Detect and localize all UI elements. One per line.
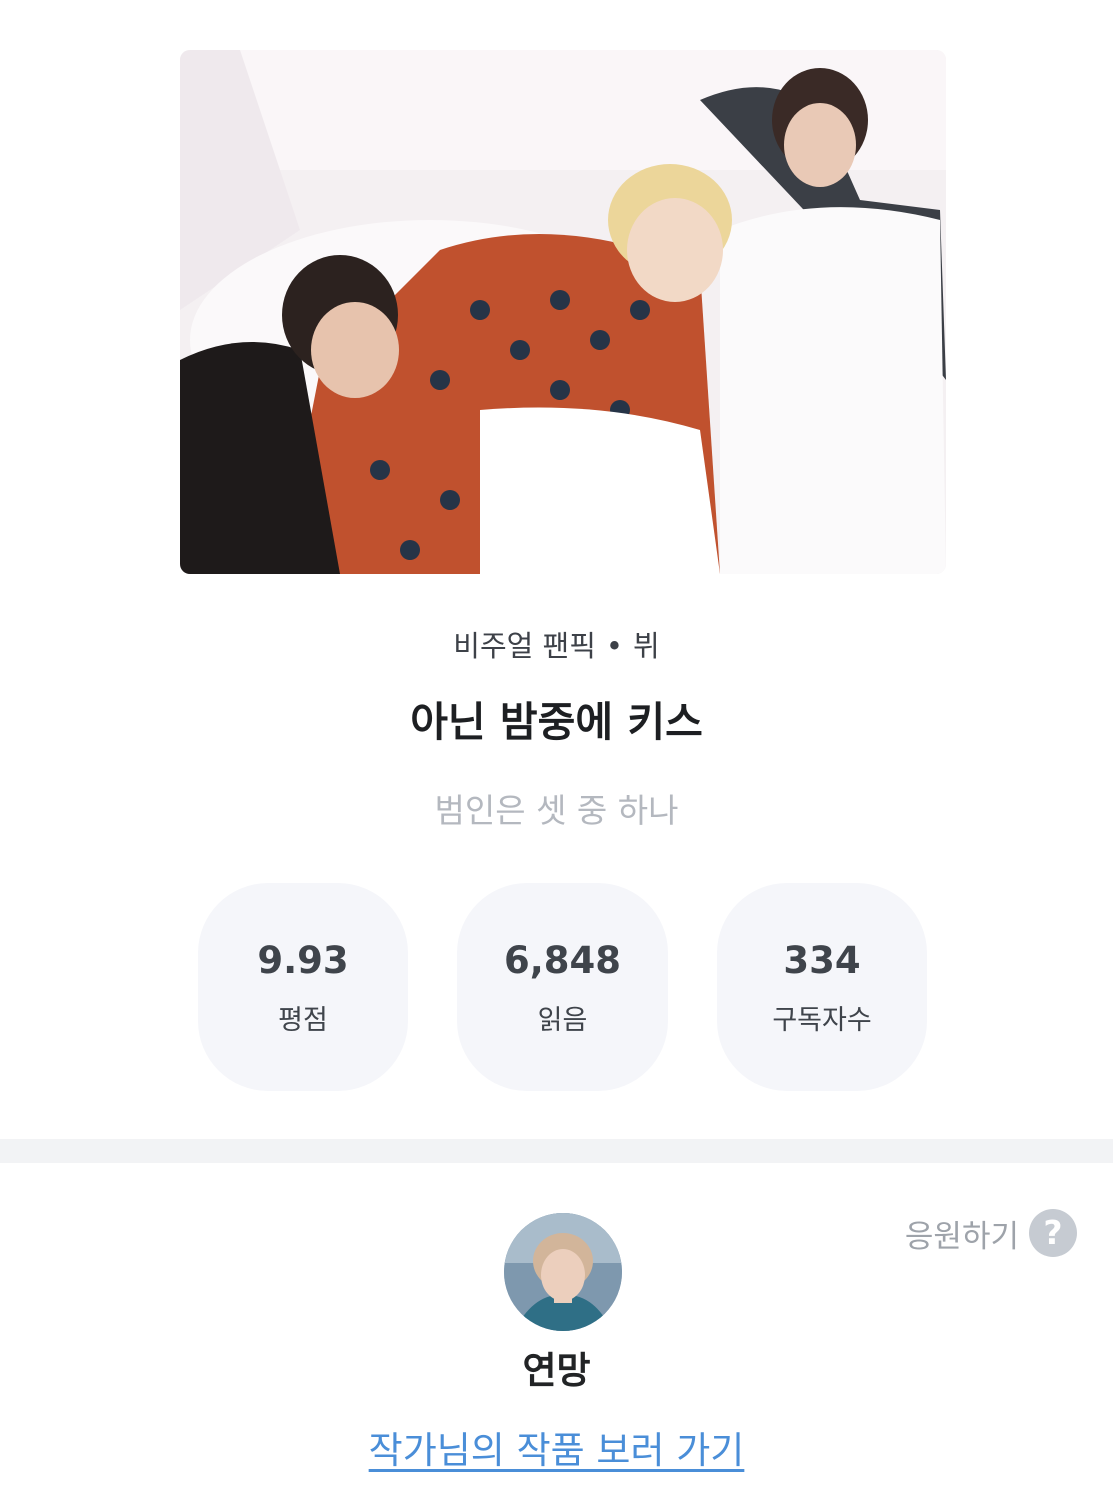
category-line: 비주얼 팬픽 • 뷔 [0,626,1113,666]
subscribers-label: 구독자수 [772,1005,872,1036]
cheer-button[interactable]: 응원하기 ? [905,1209,1077,1257]
author-works-link-container: 작가님의 작품 보러 가기 [0,1426,1113,1476]
reads-label: 읽음 [537,1005,588,1036]
reads-value: 6,848 [503,939,622,982]
character-label: 뷔 [633,629,660,663]
reads-stat: 6,848 읽음 [457,883,668,1091]
author-name: 연망 [522,1349,591,1392]
rating-label: 평점 [278,1005,328,1036]
subscribers-stat: 334 구독자수 [717,883,927,1091]
subscribers-value: 334 [783,939,861,982]
cheer-label: 응원하기 [904,1218,1019,1255]
section-divider [0,1139,1113,1163]
question-mark-icon[interactable]: ? [1029,1209,1077,1257]
separator-dot: • [605,629,624,663]
story-title: 아닌 밤중에 키스 [410,698,703,746]
category-label: 비주얼 팬픽 [453,629,596,663]
story-subtitle: 범인은 셋 중 하나 [434,791,679,830]
author-avatar[interactable] [504,1213,622,1331]
cover-image [180,50,946,574]
rating-stat: 9.93 평점 [198,883,408,1091]
rating-value: 9.93 [257,939,349,982]
author-works-link[interactable]: 작가님의 작품 보러 가기 [369,1429,745,1472]
